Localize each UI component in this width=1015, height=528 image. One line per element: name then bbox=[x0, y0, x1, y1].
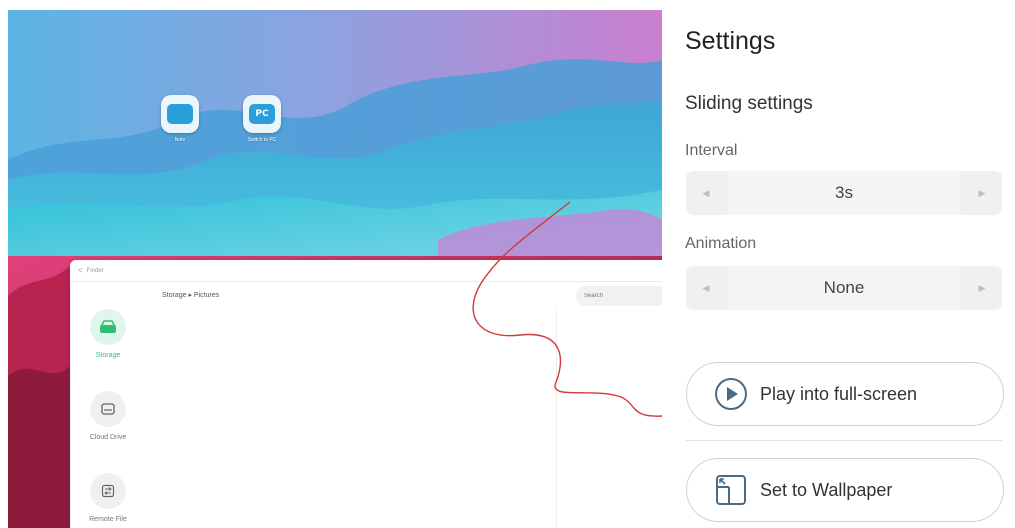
breadcrumb: Storage ▸ Pictures bbox=[162, 292, 220, 299]
settings-panel: Settings Sliding settings Interval ◀ 3s … bbox=[662, 0, 1015, 528]
animation-stepper: ◀ None ▶ bbox=[686, 266, 1002, 310]
animation-prev-button[interactable]: ◀ bbox=[686, 266, 726, 310]
desktop-icon-label: Switch to PC bbox=[247, 137, 277, 143]
play-fullscreen-label: Play into full-screen bbox=[760, 383, 918, 404]
pane-divider bbox=[556, 310, 557, 528]
sidebar-item-label: Storage bbox=[95, 352, 121, 359]
finder-window: < Finder Storage Cloud Drive Remote File… bbox=[70, 260, 662, 528]
interval-label: Interval bbox=[685, 142, 738, 159]
remote-file-icon bbox=[90, 473, 126, 509]
finder-sidebar: Storage Cloud Drive Remote File bbox=[70, 283, 146, 528]
desktop-icon-switch-pc[interactable]: PC Switch to PC bbox=[232, 95, 292, 143]
triangle-left-icon: ◀ bbox=[702, 283, 710, 293]
interval-value: 3s bbox=[726, 171, 962, 215]
note-app-icon bbox=[161, 95, 199, 133]
animation-label: Animation bbox=[685, 235, 757, 252]
storage-icon bbox=[90, 309, 126, 345]
finder-title: Finder bbox=[86, 267, 104, 274]
sidebar-item-cloud-drive[interactable]: Cloud Drive bbox=[70, 391, 146, 441]
triangle-right-icon: ▶ bbox=[978, 188, 986, 198]
animation-value: None bbox=[726, 266, 962, 310]
note-icon-glyph bbox=[167, 104, 193, 124]
interval-prev-button[interactable]: ◀ bbox=[686, 171, 726, 215]
cloud-drive-icon bbox=[90, 391, 126, 427]
triangle-left-icon: ◀ bbox=[702, 188, 710, 198]
animation-next-button[interactable]: ▶ bbox=[962, 266, 1002, 310]
search-input[interactable] bbox=[576, 286, 662, 306]
finder-titlebar: < Finder bbox=[70, 260, 662, 282]
pc-app-icon: PC bbox=[243, 95, 281, 133]
interval-stepper: ◀ 3s ▶ bbox=[686, 171, 1002, 215]
back-icon[interactable]: < bbox=[78, 266, 83, 275]
sidebar-item-label: Remote File bbox=[89, 516, 127, 523]
image-preview: Note PC Switch to PC < Finder Storage Cl… bbox=[8, 10, 662, 528]
desktop-icon-note[interactable]: Note bbox=[150, 95, 210, 143]
set-wallpaper-label: Set to Wallpaper bbox=[760, 479, 893, 500]
sidebar-item-remote-file[interactable]: Remote File bbox=[70, 473, 146, 523]
section-title: Sliding settings bbox=[685, 93, 813, 114]
pc-icon-glyph: PC bbox=[249, 104, 275, 124]
desktop-icon-label: Note bbox=[174, 137, 186, 143]
set-wallpaper-button[interactable]: Set to Wallpaper bbox=[686, 458, 1004, 522]
divider bbox=[686, 440, 1002, 441]
triangle-right-icon: ▶ bbox=[978, 283, 986, 293]
wallpaper-icon bbox=[714, 473, 748, 507]
sidebar-item-storage[interactable]: Storage bbox=[70, 309, 146, 359]
sidebar-item-label: Cloud Drive bbox=[89, 434, 127, 441]
play-fullscreen-button[interactable]: Play into full-screen bbox=[686, 362, 1004, 426]
desktop-wallpaper bbox=[8, 10, 662, 260]
play-circle-icon bbox=[714, 377, 748, 411]
interval-next-button[interactable]: ▶ bbox=[962, 171, 1002, 215]
page-title: Settings bbox=[685, 27, 776, 55]
